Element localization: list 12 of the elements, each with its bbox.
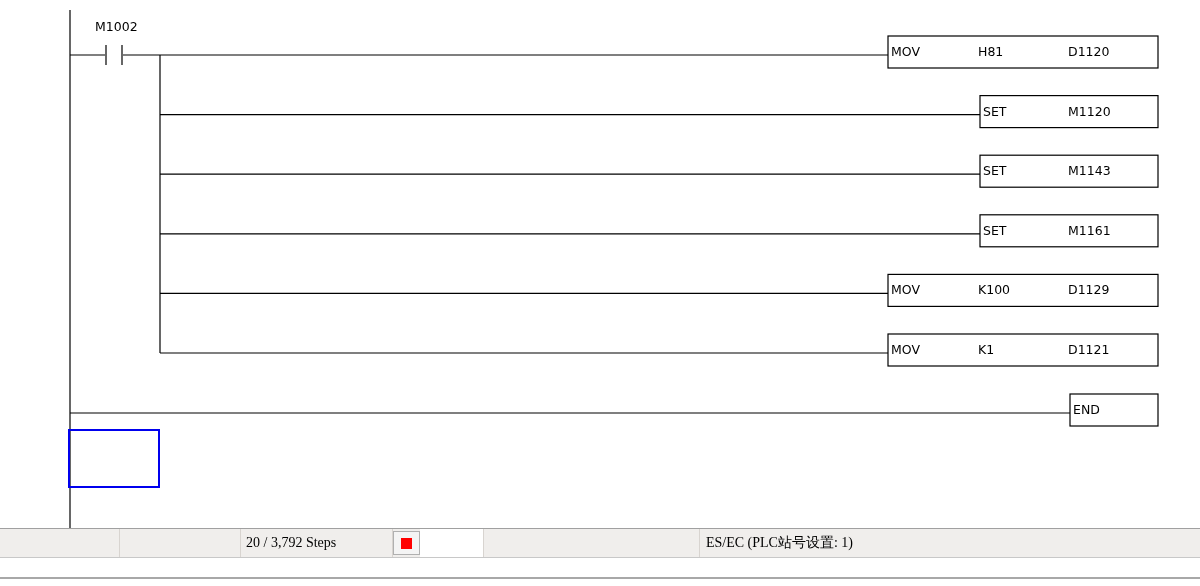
- station-info: ES/EC (PLC站号设置: 1): [706, 534, 853, 552]
- instruction-box[interactable]: SET M1120: [979, 95, 1159, 129]
- rung-wire: [69, 54, 106, 56]
- instruction-box[interactable]: MOV K1 D1121: [887, 333, 1159, 367]
- instruction-box[interactable]: MOV K100 D1129: [887, 273, 1159, 307]
- instruction-box[interactable]: MOV H81 D1120: [887, 35, 1159, 69]
- instruction-box[interactable]: END: [1069, 393, 1159, 427]
- contact-label: M1002: [95, 19, 138, 34]
- step-count: 20 / 3,792 Steps: [246, 535, 337, 551]
- instruction-box[interactable]: SET M1161: [979, 214, 1159, 248]
- instruction-box[interactable]: SET M1143: [979, 154, 1159, 188]
- contact-icon[interactable]: [105, 44, 123, 66]
